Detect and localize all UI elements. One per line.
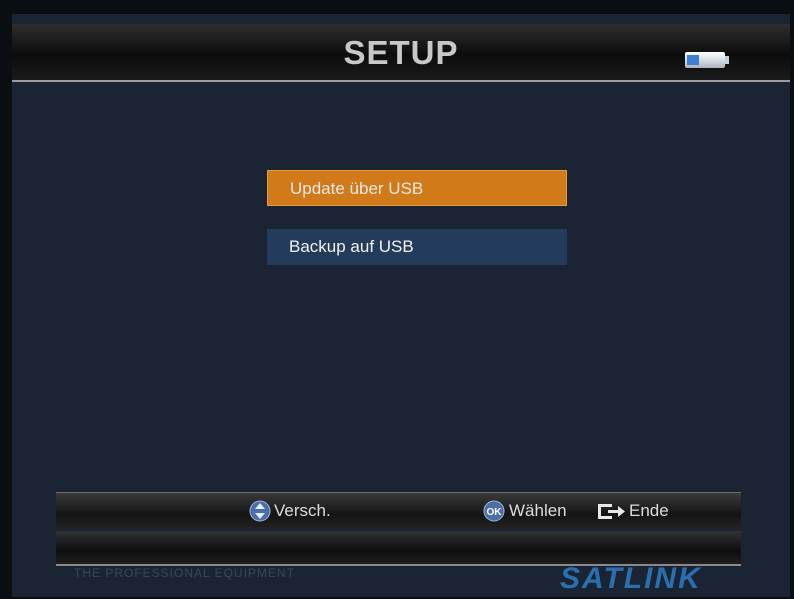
help-move-label: Versch. — [274, 501, 331, 520]
svg-text:OK: OK — [487, 507, 503, 518]
help-exit-label: Ende — [629, 501, 669, 520]
ok-button-icon: OK — [483, 500, 505, 522]
page-title: SETUP — [343, 34, 459, 71]
help-move: Versch. — [249, 500, 331, 522]
exit-icon — [598, 504, 625, 519]
tv-screen: SETUP Update über USB Backup auf USB Ver… — [12, 14, 790, 597]
help-exit: Ende — [596, 500, 669, 522]
footer-tagline: THE PROFESSIONAL EQUIPMENT — [74, 566, 295, 580]
up-down-arrows-icon — [249, 500, 271, 522]
help-bar: Versch. OK Wählen Ende — [56, 492, 741, 529]
info-bar — [56, 531, 741, 566]
brand-logo: SATLINK — [560, 562, 702, 595]
menu-item-backup-usb[interactable]: Backup auf USB — [267, 229, 567, 265]
menu-item-update-usb[interactable]: Update über USB — [267, 170, 567, 206]
help-select-label: Wählen — [509, 501, 567, 520]
help-select: OK Wählen — [482, 500, 567, 522]
usb-stick-icon — [685, 51, 729, 69]
title-bar: SETUP — [12, 24, 790, 82]
